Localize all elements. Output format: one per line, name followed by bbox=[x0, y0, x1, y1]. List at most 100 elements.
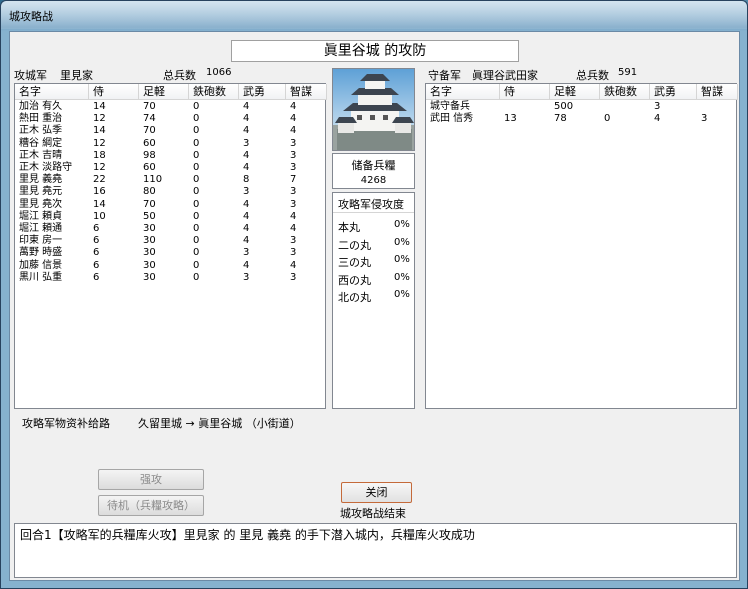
title-bar[interactable]: 城攻略战 bbox=[1, 1, 747, 29]
attacker-row[interactable]: 印東 房一 6 30 0 4 3 bbox=[15, 234, 325, 247]
defender-list[interactable]: 名字侍足軽 鉄砲数 武勇 智謀 城守备兵 500 3 武田 信秀 13 78 0 4 3 bbox=[425, 83, 738, 409]
attacker-cell-wisdom: 4 bbox=[290, 210, 297, 222]
attacker-cell-valor: 3 bbox=[243, 271, 250, 283]
attacker-cell-ashigaru: 60 bbox=[143, 162, 156, 173]
attacker-row[interactable]: 加藤 信景 6 30 0 4 4 bbox=[15, 259, 325, 272]
column-header-wisdom[interactable]: 智謀 bbox=[697, 84, 738, 100]
battle-log[interactable]: 回合1【攻略军的兵糧库火攻】里見家 的 里見 義堯 的手下潜入城内，兵糧库火攻成… bbox=[14, 523, 737, 578]
attacker-cell-valor: 3 bbox=[243, 137, 250, 149]
attacker-cell-guns: 0 bbox=[193, 113, 200, 125]
attacker-cell-guns: 0 bbox=[193, 223, 200, 234]
column-header-valor[interactable]: 武勇 bbox=[650, 84, 697, 100]
attacker-cell-name: 里見 堯次 bbox=[19, 198, 63, 210]
attacker-cell-valor: 4 bbox=[243, 101, 250, 112]
defender-cell-samurai: 13 bbox=[504, 113, 517, 125]
castle-image bbox=[332, 68, 415, 151]
attacker-cell-guns: 0 bbox=[193, 162, 200, 173]
column-header-ashigaru[interactable]: 足軽 bbox=[550, 84, 600, 100]
defender-cell-ashigaru: 78 bbox=[554, 113, 567, 125]
attacker-cell-name: 糟谷 綱定 bbox=[19, 137, 63, 149]
attacker-row[interactable]: 正木 弘季 14 70 0 4 4 bbox=[15, 124, 325, 137]
attacker-cell-samurai: 6 bbox=[93, 271, 100, 283]
attacker-cell-samurai: 18 bbox=[93, 149, 106, 161]
attacker-cell-valor: 4 bbox=[243, 198, 250, 210]
column-header-name[interactable]: 名字 bbox=[426, 84, 500, 100]
column-header-valor[interactable]: 武勇 bbox=[239, 84, 286, 100]
attacker-total-label: 总兵数 bbox=[163, 69, 196, 82]
column-header-guns[interactable]: 鉄砲数 bbox=[189, 84, 239, 100]
attacker-cell-wisdom: 4 bbox=[290, 101, 297, 112]
defender-row[interactable]: 武田 信秀 13 78 0 4 3 bbox=[426, 112, 736, 125]
route-label: 攻略军物资补给路 bbox=[22, 417, 110, 430]
attacker-cell-samurai: 14 bbox=[93, 125, 106, 137]
attacker-row[interactable]: 熱田 重治 12 74 0 4 4 bbox=[15, 112, 325, 125]
attacker-cell-guns: 0 bbox=[193, 210, 200, 222]
defender-total: 591 bbox=[618, 67, 638, 78]
column-header-samurai[interactable]: 侍 bbox=[89, 84, 139, 100]
attacker-row[interactable]: 堀江 頼貞 10 50 0 4 4 bbox=[15, 210, 325, 223]
attacker-cell-valor: 8 bbox=[243, 174, 250, 186]
attacker-cell-guns: 0 bbox=[193, 198, 200, 210]
attacker-cell-guns: 0 bbox=[193, 259, 200, 271]
attacker-row[interactable]: 里見 堯元 16 80 0 3 3 bbox=[15, 185, 325, 198]
attacker-row[interactable]: 萬野 時盛 6 30 0 3 3 bbox=[15, 246, 325, 259]
attacker-cell-wisdom: 4 bbox=[290, 113, 297, 125]
attacker-cell-name: 堀江 頼貞 bbox=[19, 210, 63, 222]
siege-item: 二の丸 0% bbox=[338, 237, 412, 252]
siege-item-name: 二の丸 bbox=[338, 238, 371, 252]
attacker-cell-ashigaru: 60 bbox=[143, 137, 156, 149]
attacker-cell-guns: 0 bbox=[193, 235, 200, 247]
attacker-cell-valor: 4 bbox=[243, 162, 250, 173]
attacker-row[interactable]: 里見 義堯 22 110 0 8 7 bbox=[15, 173, 325, 186]
attacker-row[interactable]: 堀江 頼通 6 30 0 4 4 bbox=[15, 222, 325, 235]
attacker-cell-ashigaru: 30 bbox=[143, 247, 156, 259]
column-header-wisdom[interactable]: 智謀 bbox=[286, 84, 327, 100]
column-header-samurai[interactable]: 侍 bbox=[500, 84, 550, 100]
column-header-name[interactable]: 名字 bbox=[15, 84, 89, 100]
attacker-cell-guns: 0 bbox=[193, 186, 200, 198]
siege-item-value: 0% bbox=[394, 289, 410, 300]
attacker-cell-wisdom: 3 bbox=[290, 247, 297, 259]
defender-cell-name: 城守备兵 bbox=[430, 101, 470, 112]
attacker-clan: 里見家 bbox=[60, 69, 93, 82]
attacker-cell-name: 正木 吉晴 bbox=[19, 149, 63, 161]
attacker-row[interactable]: 里見 堯次 14 70 0 4 3 bbox=[15, 198, 325, 211]
attacker-cell-name: 加藤 信景 bbox=[19, 259, 63, 271]
attacker-row[interactable]: 黒川 弘重 6 30 0 3 3 bbox=[15, 271, 325, 284]
defender-cell-valor: 3 bbox=[654, 101, 661, 112]
attacker-row[interactable]: 加治 有久 14 70 0 4 4 bbox=[15, 100, 325, 113]
column-header-guns[interactable]: 鉄砲数 bbox=[600, 84, 650, 100]
siege-item-name: 本丸 bbox=[338, 221, 360, 234]
attacker-row[interactable]: 糟谷 綱定 12 60 0 3 3 bbox=[15, 137, 325, 150]
attacker-cell-samurai: 16 bbox=[93, 186, 106, 198]
siege-item-value: 0% bbox=[394, 254, 410, 265]
supply-box: 储备兵糧 4268 bbox=[332, 153, 415, 189]
attacker-cell-samurai: 12 bbox=[93, 162, 106, 173]
attacker-cell-name: 正木 弘季 bbox=[19, 125, 63, 137]
defender-clan: 眞理谷武田家 bbox=[472, 69, 538, 82]
wait-button[interactable]: 待机（兵糧攻略） bbox=[98, 495, 204, 516]
attacker-cell-name: 萬野 時盛 bbox=[19, 247, 63, 259]
close-button[interactable]: 关闭 bbox=[341, 482, 412, 503]
attacker-cell-name: 里見 堯元 bbox=[19, 186, 63, 198]
attacker-cell-guns: 0 bbox=[193, 271, 200, 283]
attacker-row[interactable]: 正木 淡路守 12 60 0 4 3 bbox=[15, 161, 325, 174]
attacker-cell-ashigaru: 98 bbox=[143, 149, 156, 161]
assault-button[interactable]: 强攻 bbox=[98, 469, 204, 490]
siege-item-value: 0% bbox=[394, 219, 410, 230]
defender-cell-valor: 4 bbox=[654, 113, 661, 125]
defender-row[interactable]: 城守备兵 500 3 bbox=[426, 100, 736, 113]
column-header-ashigaru[interactable]: 足軽 bbox=[139, 84, 189, 100]
attacker-cell-wisdom: 3 bbox=[290, 235, 297, 247]
attacker-label: 攻城军 bbox=[14, 69, 47, 82]
attacker-row[interactable]: 正木 吉晴 18 98 0 4 3 bbox=[15, 149, 325, 162]
defender-total-label: 总兵数 bbox=[576, 69, 609, 82]
siege-progress-box: 攻略军侵攻度 本丸 0% 二の丸 0% 三の丸 0% 西の丸 0% 北の丸 0% bbox=[332, 192, 415, 409]
attacker-list[interactable]: 名字侍足軽 鉄砲数 武勇 智謀 加治 有久 14 70 0 4 4 熱田 重治 12 74 0 4 4 正木 弘… bbox=[14, 83, 327, 409]
attacker-cell-wisdom: 3 bbox=[290, 162, 297, 173]
attacker-cell-name: 里見 義堯 bbox=[19, 174, 63, 186]
supply-label: 储备兵糧 bbox=[351, 159, 396, 172]
defender-cell-guns: 0 bbox=[604, 113, 611, 125]
attacker-cell-ashigaru: 50 bbox=[143, 210, 156, 222]
attacker-cell-guns: 0 bbox=[193, 125, 200, 137]
